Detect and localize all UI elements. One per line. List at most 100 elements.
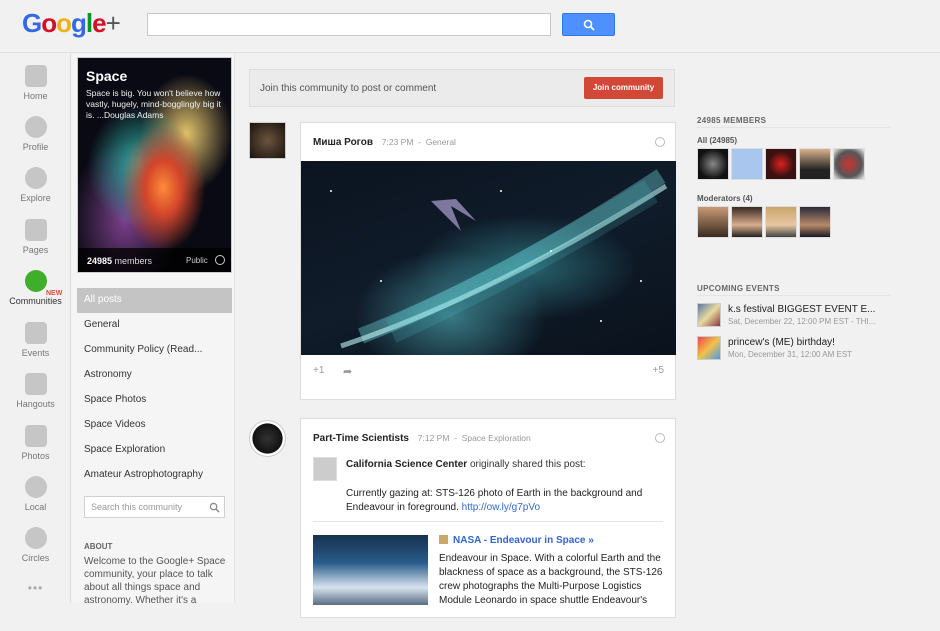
avatar[interactable]	[799, 206, 831, 238]
about-heading: ABOUT	[84, 542, 113, 551]
post-card: Миша Рогов 7:23 PM - General +1 ➦ +5	[300, 122, 676, 400]
post-author[interactable]: Миша Рогов	[313, 137, 373, 148]
all-members-label[interactable]: All (24985)	[697, 136, 737, 145]
category-general[interactable]: General	[77, 313, 232, 338]
avatar[interactable]	[765, 206, 797, 238]
post-category[interactable]: General	[426, 137, 456, 147]
search-input[interactable]	[147, 13, 551, 36]
category-community-policy[interactable]: Community Policy (Read...	[77, 338, 232, 363]
event-item[interactable]: princew's (ME) birthday! Mon, December 3…	[697, 336, 897, 362]
link-preview-title[interactable]: NASA - Endeavour in Space »	[439, 535, 594, 546]
events-icon	[24, 322, 47, 344]
category-astronomy[interactable]: Astronomy	[77, 363, 232, 388]
nav-local[interactable]: Local	[0, 476, 71, 526]
local-icon	[24, 476, 47, 498]
member-avatar-row	[697, 148, 865, 180]
nav-label: Photos	[21, 451, 50, 461]
category-list: All posts General Community Policy (Read…	[77, 288, 232, 488]
nav-label: Home	[23, 91, 48, 101]
event-date: Mon, December 31, 12:00 AM EST	[728, 350, 853, 359]
circles-icon	[24, 527, 47, 549]
event-item[interactable]: k.s festival BIGGEST EVENT E... Sat, Dec…	[697, 303, 897, 329]
nav-label: Events	[21, 348, 50, 358]
community-sidebar: Space Space is big. You won't believe ho…	[72, 53, 235, 606]
category-amateur-astrophotography[interactable]: Amateur Astrophotography	[77, 463, 232, 488]
nav-explore[interactable]: Explore	[0, 167, 71, 217]
logo-letter: +	[105, 8, 121, 38]
nav-events[interactable]: Events	[0, 322, 71, 372]
moderator-avatar-row	[697, 206, 831, 238]
top-bar: Google+	[0, 0, 940, 53]
hangouts-icon	[24, 373, 47, 395]
community-tagline: Space is big. You won't believe how vast…	[86, 88, 221, 120]
home-icon	[24, 65, 47, 87]
post-category[interactable]: Space Exploration	[462, 433, 531, 443]
nav-label: Communities	[9, 296, 62, 306]
logo-letter: o	[56, 8, 72, 38]
search-icon	[209, 502, 220, 513]
events-heading: UPCOMING EVENTS	[697, 284, 780, 293]
about-text: Welcome to the Google+ Space community, …	[84, 556, 226, 606]
post-author[interactable]: Part-Time Scientists	[313, 433, 409, 444]
nav-communities[interactable]: Communities NEW	[0, 270, 71, 320]
reshare-author[interactable]: California Science Center	[346, 459, 467, 470]
avatar[interactable]	[731, 148, 763, 180]
community-card-footer: 24985 members Public	[78, 248, 231, 272]
member-count: 24985 members	[87, 256, 152, 266]
profile-icon	[24, 116, 47, 138]
nav-pages[interactable]: Pages	[0, 219, 71, 269]
category-space-videos[interactable]: Space Videos	[77, 413, 232, 438]
nav-hangouts[interactable]: Hangouts	[0, 373, 71, 423]
avatar[interactable]	[799, 148, 831, 180]
post-image[interactable]	[301, 161, 676, 355]
join-bar: Join this community to post or comment J…	[249, 69, 675, 107]
avatar[interactable]	[731, 206, 763, 238]
logo-letter: o	[41, 8, 57, 38]
post-body-link[interactable]: http://ow.ly/g7pVo	[462, 502, 540, 513]
link-preview-thumbnail[interactable]	[313, 535, 428, 605]
avatar[interactable]	[833, 148, 865, 180]
link-preview-title-text: NASA - Endeavour in Space »	[453, 535, 594, 546]
favicon-icon	[439, 535, 448, 544]
avatar[interactable]	[249, 420, 286, 457]
avatar[interactable]	[765, 148, 797, 180]
chevron-down-icon[interactable]	[655, 433, 665, 443]
explore-icon	[24, 167, 47, 189]
nav-home[interactable]: Home	[0, 65, 71, 115]
nav-more[interactable]: •••	[0, 581, 71, 631]
avatar[interactable]	[313, 457, 337, 481]
plus-count[interactable]: +5	[653, 365, 664, 376]
community-search-input[interactable]: Search this community	[84, 496, 225, 518]
plus-one-button[interactable]: +1	[313, 365, 324, 376]
members-label: members	[114, 256, 153, 266]
nav-photos[interactable]: Photos	[0, 425, 71, 475]
pages-icon	[24, 219, 47, 241]
chevron-down-icon[interactable]	[655, 137, 665, 147]
join-community-button[interactable]: Join community	[584, 77, 663, 99]
nav-label: Pages	[22, 245, 49, 255]
nav-profile[interactable]: Profile	[0, 116, 71, 166]
category-all-posts[interactable]: All posts	[77, 288, 232, 313]
avatar[interactable]	[697, 206, 729, 238]
reshare-colon: :	[582, 459, 586, 470]
moderators-label[interactable]: Moderators (4)	[697, 194, 753, 203]
post-time[interactable]: 7:23 PM	[382, 137, 414, 147]
avatar[interactable]	[697, 148, 729, 180]
left-nav: Home Profile Explore Pages Communities NE…	[0, 53, 71, 603]
avatar[interactable]	[249, 122, 286, 159]
nav-circles[interactable]: Circles	[0, 527, 71, 577]
reshare-text: originally shared this	[469, 459, 562, 470]
visibility-label: Public	[186, 256, 208, 265]
post-meta: 7:12 PM - Space Exploration	[417, 433, 531, 443]
community-search-placeholder: Search this community	[91, 502, 183, 512]
share-icon[interactable]: ➦	[343, 365, 352, 378]
community-card: Space Space is big. You won't believe ho…	[77, 57, 232, 273]
category-space-exploration[interactable]: Space Exploration	[77, 438, 232, 463]
reshare-post-link[interactable]: post	[564, 459, 583, 470]
photos-icon	[24, 425, 47, 447]
search-button[interactable]	[562, 13, 615, 36]
nebula-artwork	[330, 169, 668, 349]
category-space-photos[interactable]: Space Photos	[77, 388, 232, 413]
post-time[interactable]: 7:12 PM	[418, 433, 450, 443]
google-plus-logo[interactable]: Google+	[22, 8, 121, 39]
